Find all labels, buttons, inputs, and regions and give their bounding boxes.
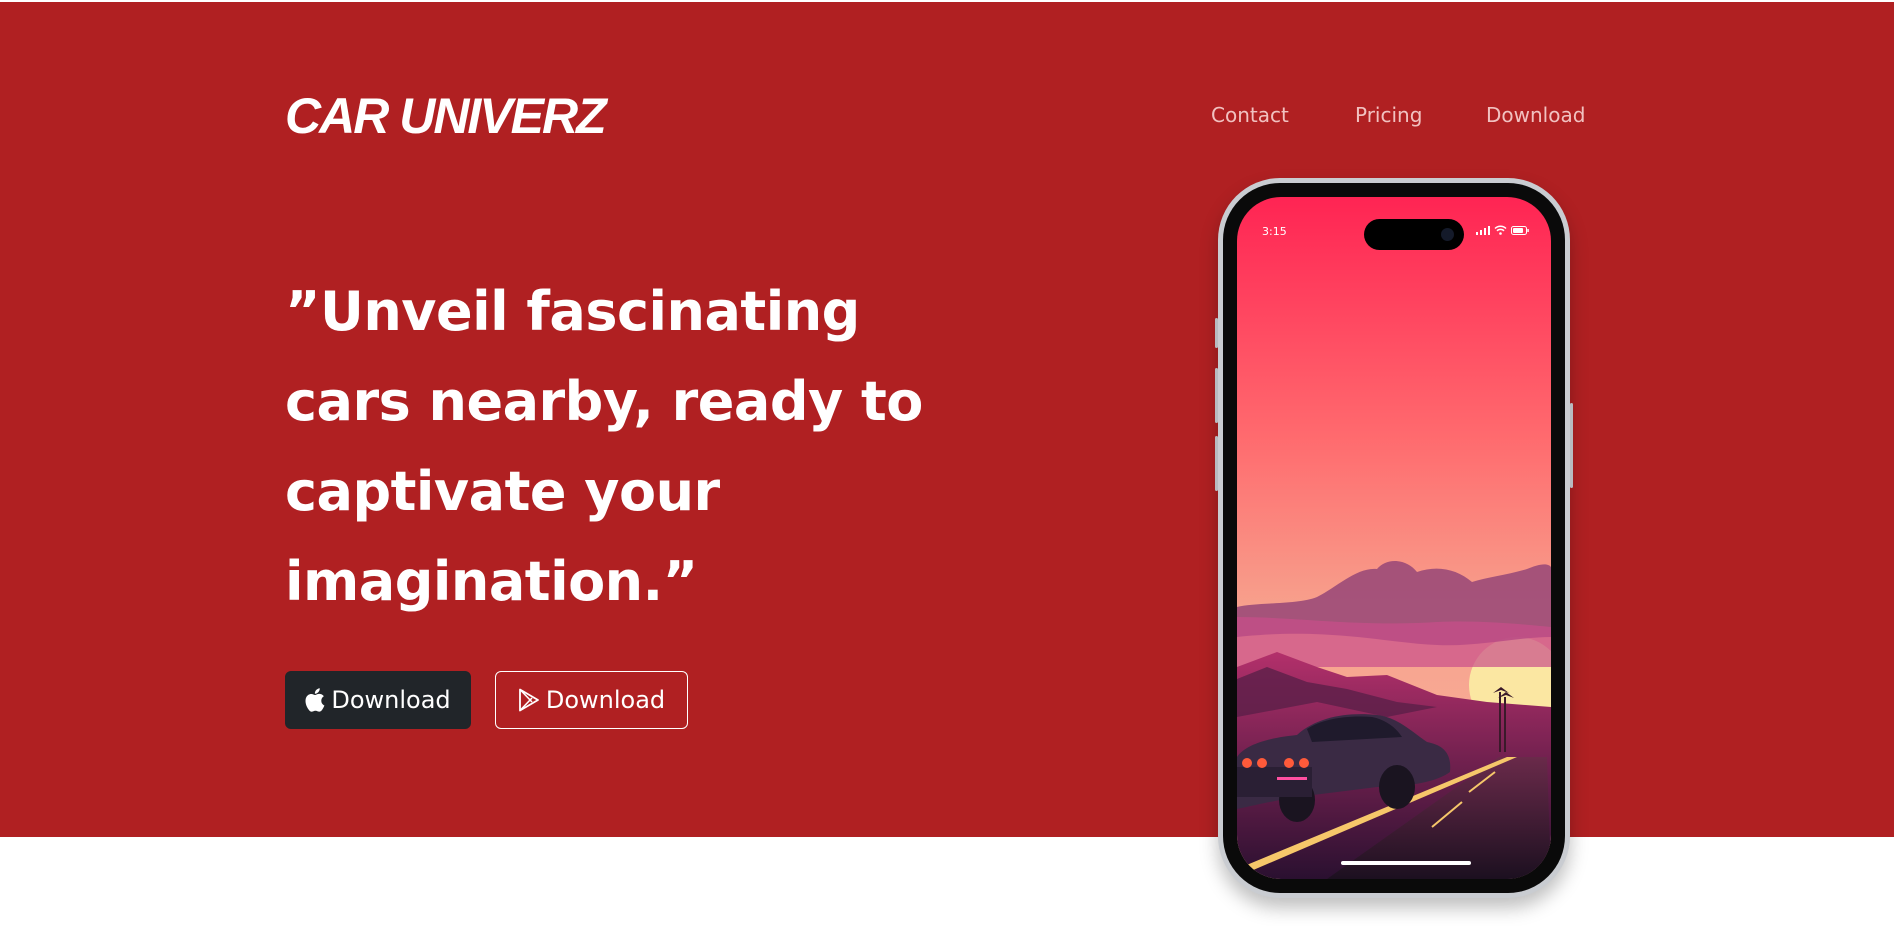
- app-store-download-button[interactable]: Download: [285, 671, 471, 729]
- car-sunset-wallpaper: [1237, 197, 1551, 879]
- nav-download[interactable]: Download: [1486, 100, 1585, 130]
- apple-icon: [305, 688, 325, 712]
- nav-pricing[interactable]: Pricing: [1355, 100, 1422, 130]
- front-camera: [1441, 228, 1454, 241]
- status-bar-time: 3:15: [1262, 225, 1287, 238]
- battery-icon: [1511, 225, 1529, 235]
- phone-mockup: 3:15: [1215, 178, 1573, 898]
- dynamic-island: [1364, 219, 1464, 250]
- hero-headline: ”Unveil fascinating cars nearby, ready t…: [285, 280, 923, 613]
- brand-logo[interactable]: CAR UNIVERZ: [285, 86, 607, 146]
- home-indicator: [1341, 861, 1471, 865]
- status-bar-icons: [1476, 225, 1529, 235]
- hero-section: CAR UNIVERZ Contact Pricing Download ”Un…: [0, 2, 1894, 837]
- phone-bezel: 3:15: [1223, 183, 1565, 893]
- app-store-download-label: Download: [331, 686, 451, 714]
- phone-screen: 3:15: [1237, 197, 1551, 879]
- play-store-icon: [518, 688, 540, 712]
- play-store-download-label: Download: [545, 686, 666, 714]
- phone-power-button: [1570, 403, 1573, 488]
- phone-volume-down-button: [1215, 436, 1218, 491]
- phone-volume-up-button: [1215, 368, 1218, 423]
- nav-contact[interactable]: Contact: [1211, 100, 1289, 130]
- phone-action-button: [1215, 318, 1218, 348]
- play-store-download-button[interactable]: Download: [495, 671, 688, 729]
- wifi-icon: [1494, 225, 1507, 235]
- signal-icon: [1476, 225, 1490, 235]
